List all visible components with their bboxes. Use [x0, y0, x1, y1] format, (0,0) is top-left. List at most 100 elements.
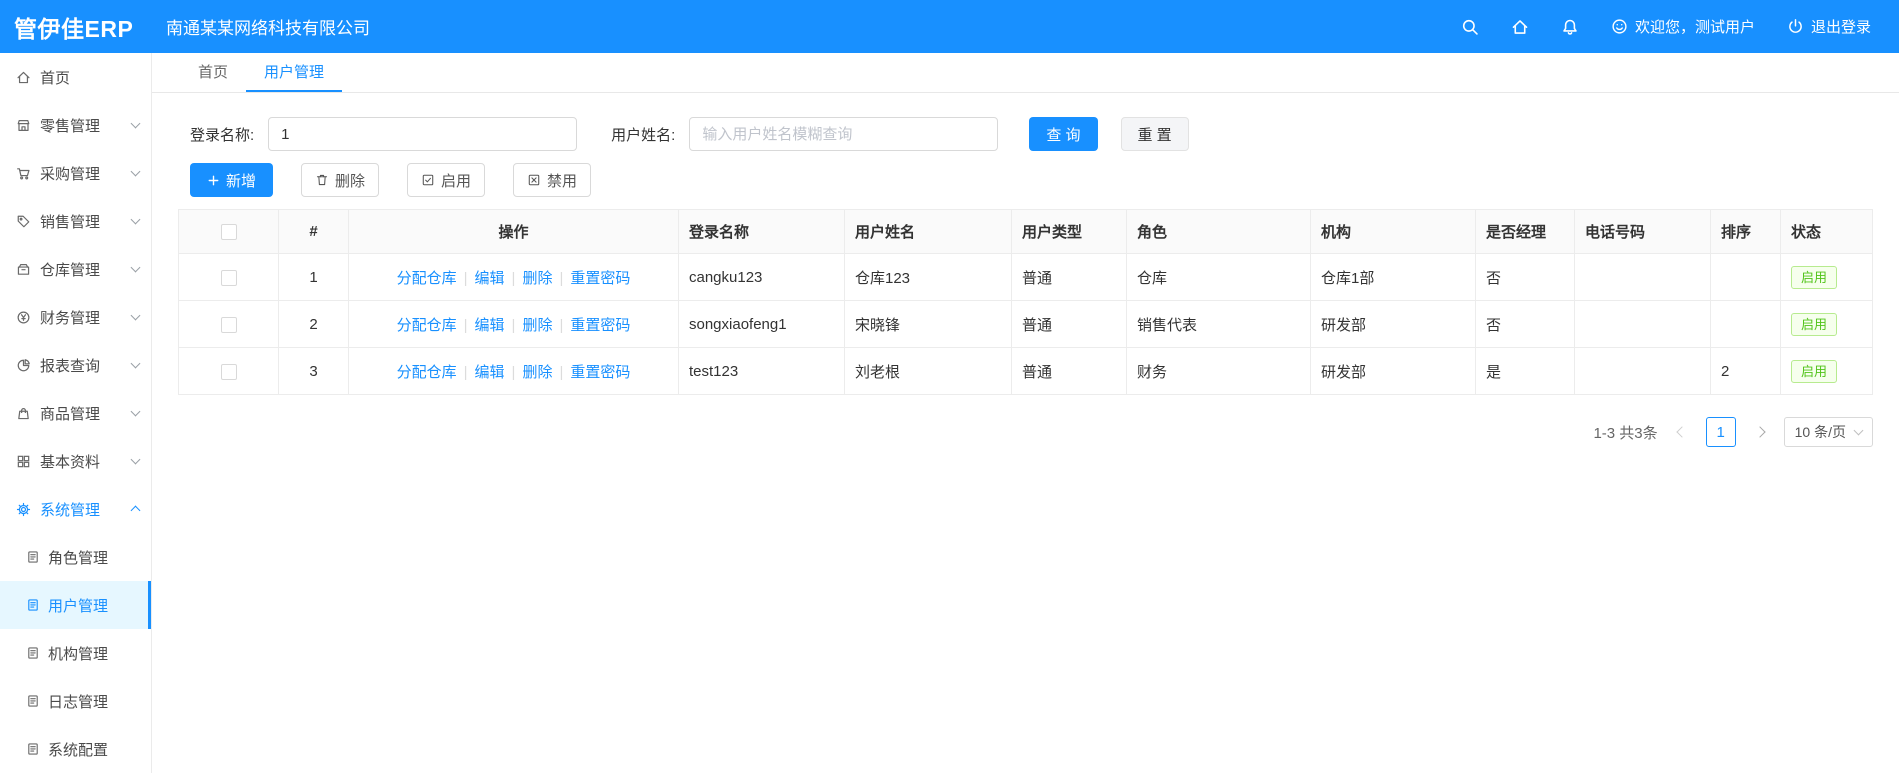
- logout-text: 退出登录: [1810, 19, 1871, 36]
- sidebar-item-retail[interactable]: 零售管理: [0, 101, 151, 149]
- logout-icon: [1787, 18, 1804, 35]
- sidebar-item-sales[interactable]: 销售管理: [0, 197, 151, 245]
- assign-warehouse-link[interactable]: 分配仓库: [397, 317, 457, 334]
- header-index: #: [278, 209, 349, 254]
- sidebar-subitem-logs[interactable]: 日志管理: [0, 677, 151, 725]
- sidebar-item-purchase[interactable]: 采购管理: [0, 149, 151, 197]
- sidebar-item-goods[interactable]: 商品管理: [0, 389, 151, 437]
- welcome-text: 欢迎您，测试用户: [1634, 19, 1755, 36]
- user-name-input[interactable]: [689, 117, 999, 151]
- cell-role: 仓库: [1126, 253, 1311, 301]
- page-size-select[interactable]: 10 条/页: [1783, 417, 1873, 447]
- enable-button[interactable]: 启用: [407, 163, 486, 197]
- plus-icon: [207, 174, 220, 187]
- current-page-button[interactable]: 1: [1705, 417, 1736, 447]
- cell-checkbox: [178, 300, 279, 348]
- sidebar-item-warehouse[interactable]: 仓库管理: [0, 245, 151, 293]
- table-row: 1 分配仓库 | 编辑 | 删除 | 重置密码 cangku123 仓库123 普通 仓库 …: [178, 253, 1873, 301]
- row-checkbox[interactable]: [220, 269, 237, 286]
- login-name-input[interactable]: [268, 117, 578, 151]
- sidebar-subitem-organizations[interactable]: 机构管理: [0, 629, 151, 677]
- sidebar-item-reports[interactable]: 报表查询: [0, 341, 151, 389]
- sidebar-item-label: 基本资料: [40, 453, 101, 471]
- topbar: 管伊佳ERP 南通某某网络科技有限公司 欢迎您，测试用户 退出登录: [0, 0, 1899, 53]
- disable-button[interactable]: 禁用: [513, 163, 592, 197]
- reset-button[interactable]: 重 置: [1120, 117, 1189, 151]
- header-user-name: 用户姓名: [844, 209, 1012, 254]
- user-welcome[interactable]: 欢迎您，测试用户: [1611, 16, 1755, 37]
- select-all-checkbox[interactable]: [220, 224, 237, 241]
- assign-warehouse-link[interactable]: 分配仓库: [397, 270, 457, 287]
- pagination-total: 1-3 共3条: [1593, 424, 1658, 442]
- bell-icon[interactable]: [1561, 18, 1579, 36]
- chevron-down-icon: [130, 214, 141, 225]
- add-button[interactable]: 新增: [190, 163, 274, 197]
- home-icon[interactable]: [1511, 18, 1529, 36]
- trash-icon: [315, 173, 329, 187]
- warehouse-icon: [16, 262, 31, 277]
- edit-link[interactable]: 编辑: [475, 270, 505, 287]
- sidebar-item-label: 零售管理: [40, 117, 101, 135]
- purchase-icon: [16, 166, 31, 181]
- edit-link[interactable]: 编辑: [475, 317, 505, 334]
- cell-operations: 分配仓库 | 编辑 | 删除 | 重置密码: [348, 253, 679, 301]
- status-badge: 启用: [1791, 312, 1838, 336]
- delete-link[interactable]: 删除: [522, 270, 552, 287]
- sidebar-subitem-label: 角色管理: [48, 549, 109, 567]
- header-user-type: 用户类型: [1011, 209, 1127, 254]
- delete-link[interactable]: 删除: [522, 364, 552, 381]
- prev-page-button[interactable]: [1669, 417, 1695, 447]
- cell-status: 启用: [1780, 300, 1873, 348]
- sidebar-item-basic-data[interactable]: 基本资料: [0, 437, 151, 485]
- filter-row: 登录名称: 用户姓名: 查 询 重 置: [190, 117, 1873, 151]
- basic-data-icon: [16, 454, 31, 469]
- row-checkbox[interactable]: [220, 363, 237, 380]
- sidebar-subitem-users[interactable]: 用户管理: [0, 581, 151, 629]
- tab-user-management[interactable]: 用户管理: [246, 53, 343, 92]
- status-badge: 启用: [1791, 265, 1838, 289]
- doc-icon: [26, 694, 40, 708]
- assign-warehouse-link[interactable]: 分配仓库: [397, 364, 457, 381]
- home-icon: [16, 70, 31, 85]
- table-row: 2 分配仓库 | 编辑 | 删除 | 重置密码 songxiaofeng1 宋晓锋 普通 销…: [178, 300, 1873, 348]
- cell-login-name: songxiaofeng1: [678, 300, 845, 348]
- cell-phone: [1574, 300, 1711, 348]
- pagination: 1-3 共3条 1 10 条/页: [178, 417, 1873, 447]
- reset-password-link[interactable]: 重置密码: [570, 270, 630, 287]
- sidebar-item-label: 商品管理: [40, 405, 101, 423]
- logout-button[interactable]: 退出登录: [1787, 16, 1871, 37]
- toolbar: 新增 删除 启用 禁用: [190, 163, 1873, 197]
- sidebar-subitem-roles[interactable]: 角色管理: [0, 533, 151, 581]
- sidebar-subitem-system-config[interactable]: 系统配置: [0, 725, 151, 773]
- sidebar-item-home[interactable]: 首页: [0, 53, 151, 101]
- header-login-name: 登录名称: [678, 209, 845, 254]
- reset-password-link[interactable]: 重置密码: [570, 364, 630, 381]
- table-row: 3 分配仓库 | 编辑 | 删除 | 重置密码 test123 刘老根 普通 财务 研发部 …: [178, 347, 1873, 395]
- tab-home[interactable]: 首页: [180, 53, 246, 92]
- search-button[interactable]: 查 询: [1029, 117, 1098, 151]
- company-name: 南通某某网络科技有限公司: [166, 19, 370, 38]
- sales-icon: [16, 214, 31, 229]
- doc-icon: [26, 646, 40, 660]
- sidebar-item-label: 系统管理: [40, 501, 101, 519]
- search-icon[interactable]: [1461, 18, 1479, 36]
- edit-link[interactable]: 编辑: [475, 364, 505, 381]
- next-page-button[interactable]: [1747, 417, 1773, 447]
- sidebar-item-label: 仓库管理: [40, 261, 101, 279]
- link-separator: |: [559, 269, 564, 287]
- cell-phone: [1574, 347, 1711, 395]
- row-checkbox[interactable]: [220, 316, 237, 333]
- link-separator: |: [463, 316, 468, 334]
- header-sort: 排序: [1710, 209, 1781, 254]
- cell-sort: [1710, 300, 1781, 348]
- sidebar-item-finance[interactable]: 财务管理: [0, 293, 151, 341]
- cell-organization: 研发部: [1310, 300, 1476, 348]
- cell-role: 财务: [1126, 347, 1311, 395]
- sidebar-item-system[interactable]: 系统管理: [0, 485, 151, 533]
- delete-link[interactable]: 删除: [522, 317, 552, 334]
- reset-password-link[interactable]: 重置密码: [570, 317, 630, 334]
- retail-icon: [16, 118, 31, 133]
- delete-button[interactable]: 删除: [301, 163, 380, 197]
- report-icon: [16, 358, 31, 373]
- link-separator: |: [559, 316, 564, 334]
